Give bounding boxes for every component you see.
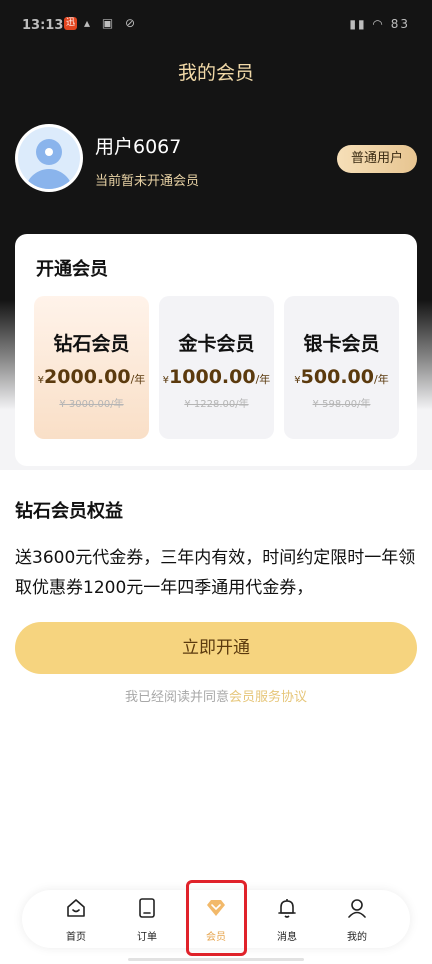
plan-name: 钻石会员 [53, 333, 130, 355]
service-agreement-link[interactable]: 会员服务协议 [229, 690, 307, 705]
benefits-title: 钻石会员权益 [15, 501, 123, 522]
plan-diamond[interactable]: 钻石会员 ¥2000.00/年 ¥ 3000.00/年 [34, 296, 149, 439]
user-name: 用户6067 [95, 136, 182, 158]
membership-status: 当前暂未开通会员 [95, 174, 200, 189]
signal-icon: ▮▮ [349, 17, 367, 31]
highlight-box [186, 880, 247, 956]
membership-card: 开通会员 钻石会员 ¥2000.00/年 ¥ 3000.00/年 金卡会员 ¥1… [15, 234, 417, 466]
plan-gold[interactable]: 金卡会员 ¥1000.00/年 ¥ 1228.00/年 [159, 296, 274, 439]
status-time: 13:13 [22, 18, 64, 33]
activate-button[interactable]: 立即开通 [15, 622, 417, 674]
plan-original-price: ¥ 598.00/年 [312, 399, 371, 410]
page-title: 我的会员 [177, 62, 254, 84]
order-icon [139, 898, 155, 918]
app-notification-icon: 迅 [64, 17, 77, 30]
plan-price: ¥2000.00/年 [37, 366, 146, 388]
tab-orders[interactable]: 订单 [117, 890, 177, 948]
home-indicator [128, 958, 304, 961]
home-icon [67, 899, 85, 917]
agreement-text: 我已经阅读并同意会员服务协议 [124, 690, 308, 705]
benefits-description: 送3600元代金券，三年内有效，时间约定限时一年领取优惠券1200元一年四季通用… [15, 548, 416, 598]
avatar-placeholder-icon [18, 127, 80, 189]
tab-messages[interactable]: 消息 [257, 890, 317, 948]
notification-icons: ▴ ▣ ⊘ [84, 16, 140, 30]
plan-original-price: ¥ 3000.00/年 [59, 399, 124, 410]
user-level-badge: 普通用户 [337, 145, 417, 173]
bell-icon [278, 899, 296, 918]
membership-card-title: 开通会员 [36, 259, 108, 280]
status-bar: 13:13 迅 ▴ ▣ ⊘ ▮▮ ◠ 83 [0, 0, 432, 48]
system-icons: ▮▮ ◠ 83 [349, 17, 410, 31]
plan-silver[interactable]: 银卡会员 ¥500.00/年 ¥ 598.00/年 [284, 296, 399, 439]
wifi-icon: ◠ [372, 17, 385, 31]
plan-price: ¥1000.00/年 [162, 366, 271, 388]
battery-level: 83 [390, 17, 410, 31]
tab-mine[interactable]: 我的 [327, 890, 387, 948]
plan-name: 银卡会员 [303, 333, 380, 355]
user-icon [348, 899, 366, 918]
plan-original-price: ¥ 1228.00/年 [184, 399, 249, 410]
plan-price: ¥500.00/年 [294, 366, 389, 388]
avatar[interactable] [15, 124, 83, 192]
tab-home[interactable]: 首页 [46, 890, 106, 948]
plan-name: 金卡会员 [178, 333, 255, 355]
